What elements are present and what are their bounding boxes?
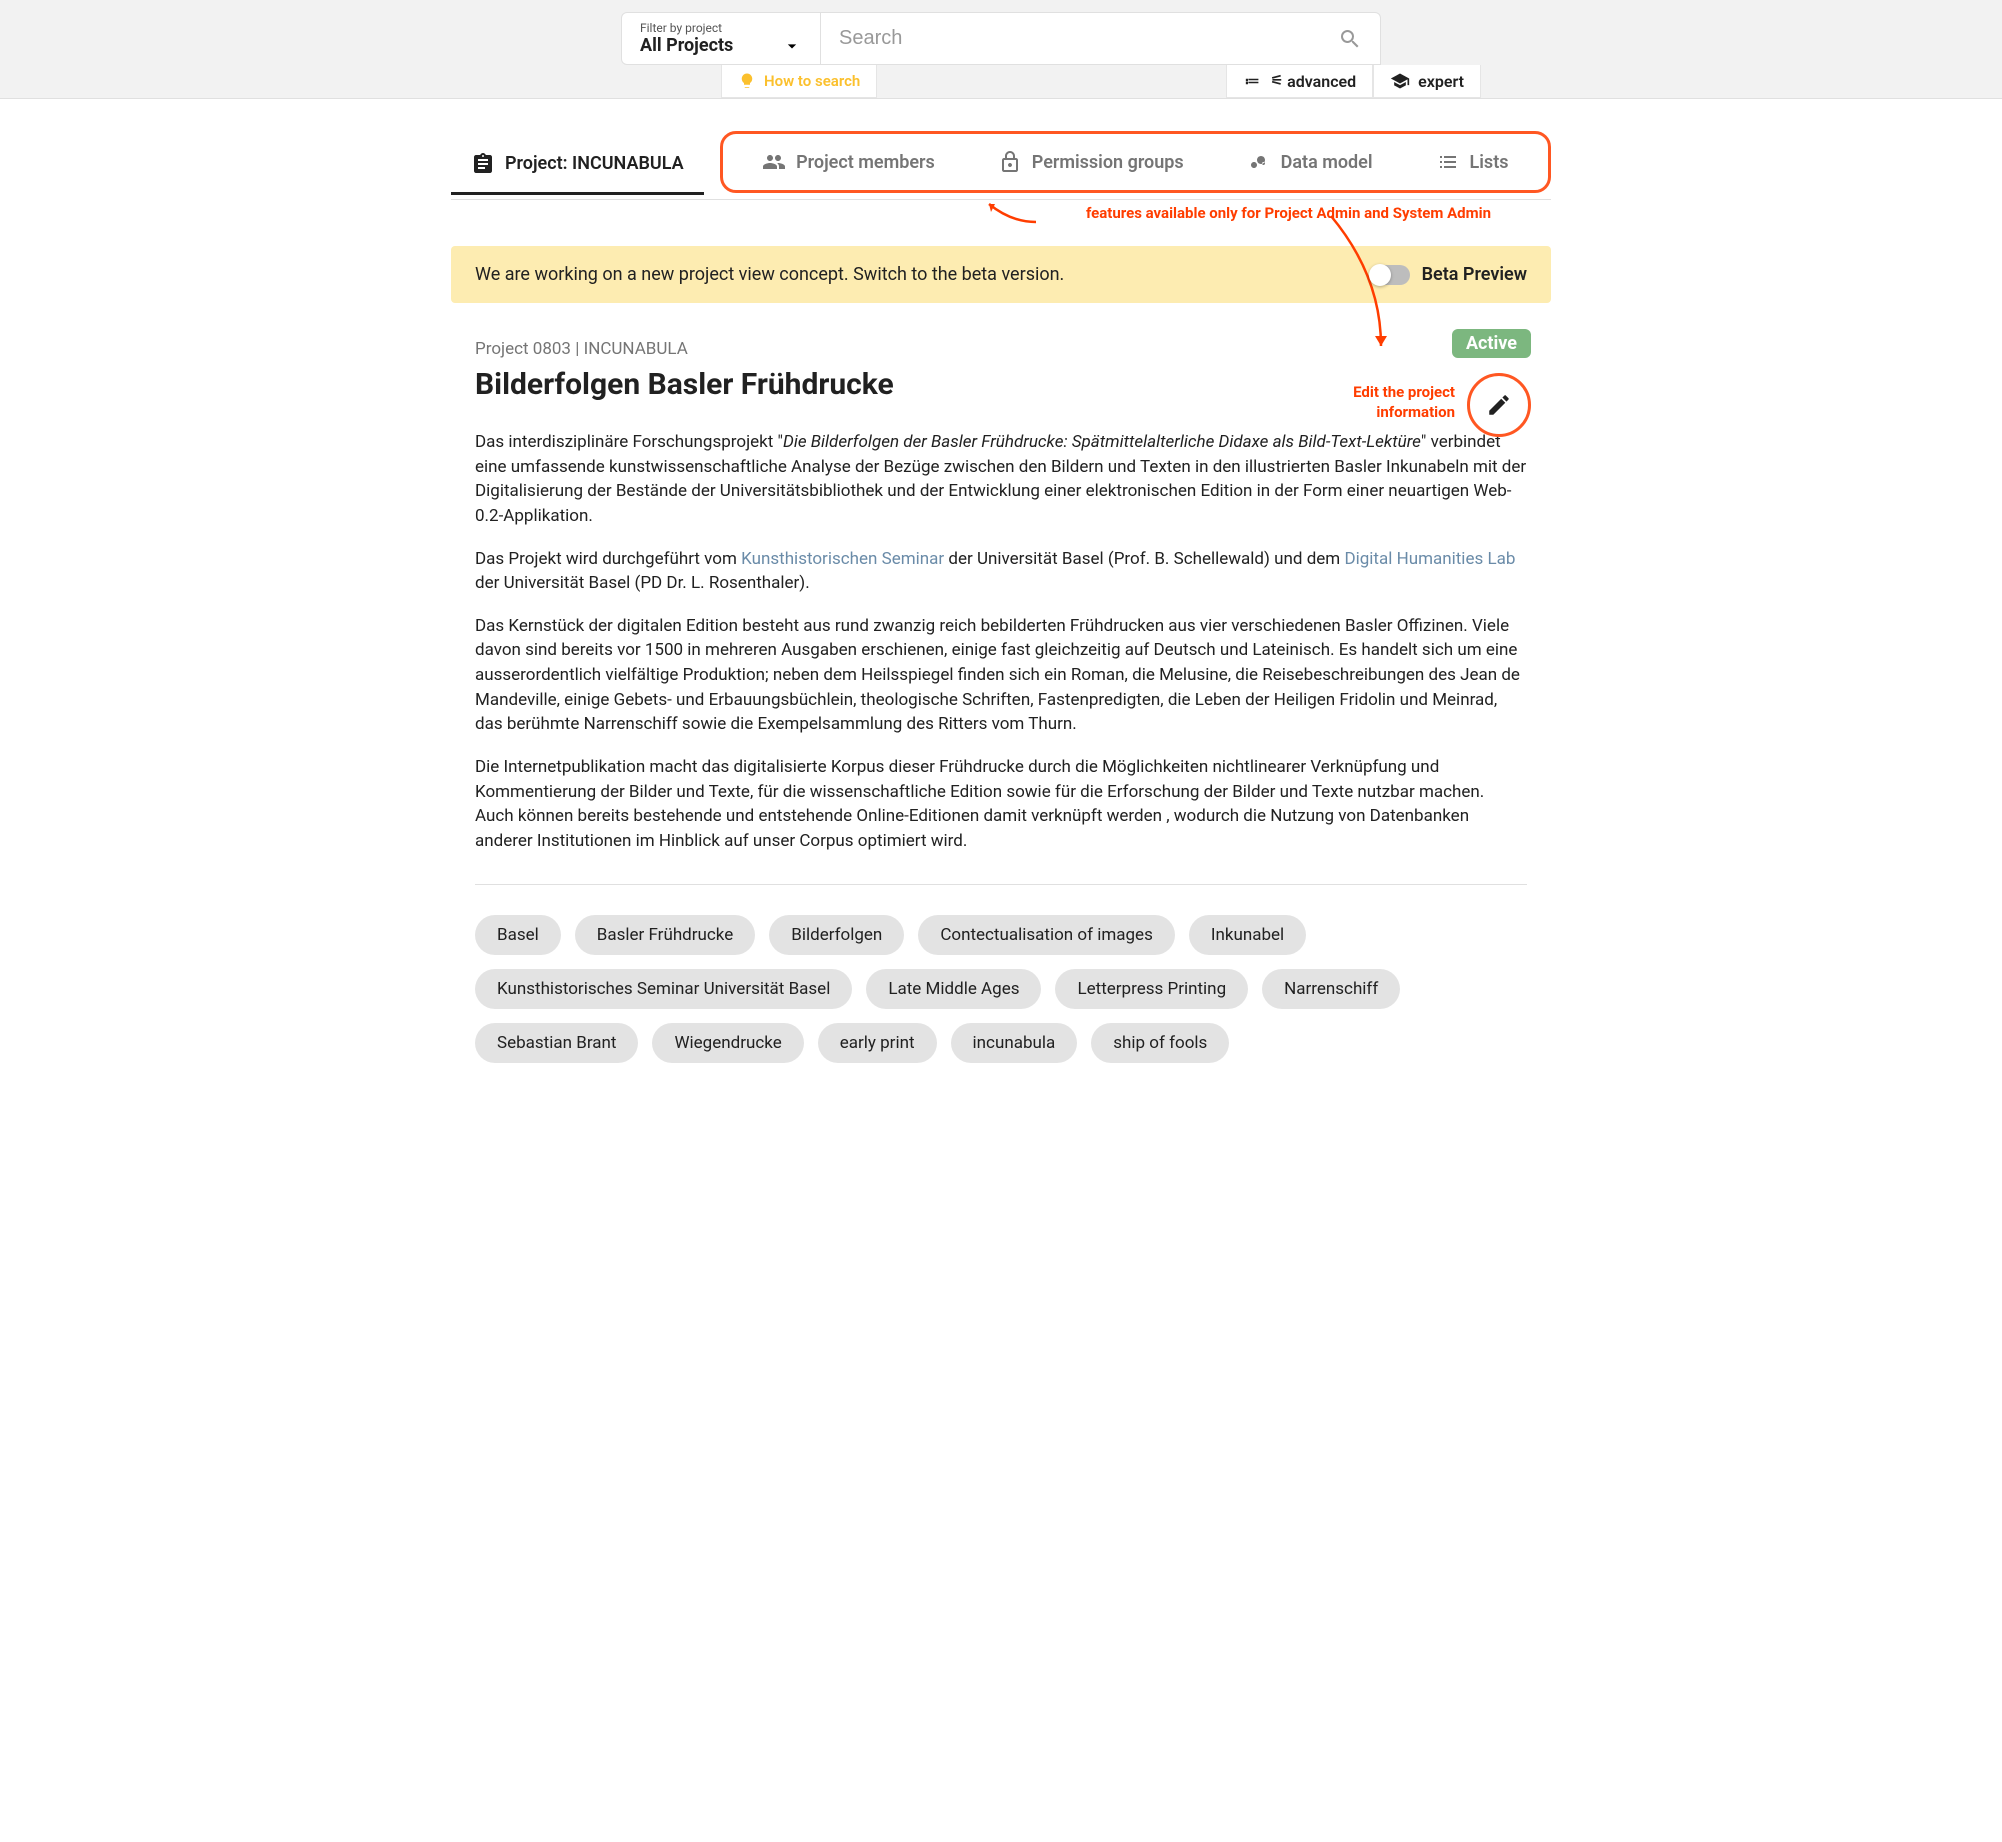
tag-list: Basel Basler Frühdrucke Bilderfolgen Contec… xyxy=(475,915,1527,1063)
chevron-down-icon xyxy=(782,36,802,56)
tab-permissions[interactable]: Permission groups xyxy=(978,134,1204,190)
clipboard-icon xyxy=(471,152,495,176)
people-icon xyxy=(762,150,786,174)
project-meta: Project 0803 | INCUNABULA xyxy=(475,339,1527,359)
filter-label: Filter by project xyxy=(640,21,802,35)
tune-icon: ≔ xyxy=(1243,71,1263,91)
tag[interactable]: Basler Frühdrucke xyxy=(575,915,756,955)
link-kunsthistorisches-seminar[interactable]: Kunsthistorischen Seminar xyxy=(741,549,944,569)
tag[interactable]: Late Middle Ages xyxy=(866,969,1041,1009)
tag[interactable]: incunabula xyxy=(951,1023,1078,1063)
filter-value: All Projects xyxy=(640,35,733,56)
tag[interactable]: ship of fools xyxy=(1091,1023,1229,1063)
project-content: Active Edit the project information Proj… xyxy=(471,339,1531,1063)
tag[interactable]: Basel xyxy=(475,915,561,955)
tab-bar: Project: INCUNABULA Project members Perm… xyxy=(451,131,1551,200)
search-box xyxy=(821,12,1381,65)
tag[interactable]: Bilderfolgen xyxy=(769,915,904,955)
tab-label: Permission groups xyxy=(1032,152,1184,173)
tab-lists[interactable]: Lists xyxy=(1416,134,1529,190)
tag[interactable]: Kunsthistorisches Seminar Universität Ba… xyxy=(475,969,852,1009)
bubble-chart-icon xyxy=(1247,150,1271,174)
tab-label: Project: INCUNABULA xyxy=(505,153,684,174)
status-badge: Active xyxy=(1452,329,1531,358)
annotation-arrow-icon xyxy=(981,200,1041,226)
tag[interactable]: Contectualisation of images xyxy=(918,915,1175,955)
how-to-search-link[interactable]: How to search xyxy=(721,65,877,98)
annotation-edit-text: Edit the project information xyxy=(1353,383,1455,422)
toggle-label: Beta Preview xyxy=(1422,264,1527,285)
search-icon[interactable] xyxy=(1338,27,1362,51)
tag[interactable]: Narrenschiff xyxy=(1262,969,1400,1009)
tag[interactable]: early print xyxy=(818,1023,937,1063)
tag[interactable]: Inkunabel xyxy=(1189,915,1306,955)
lightbulb-icon xyxy=(738,72,756,90)
search-input[interactable] xyxy=(839,27,1338,50)
tag[interactable]: Letterpress Printing xyxy=(1055,969,1248,1009)
expert-search-link[interactable]: expert xyxy=(1373,65,1481,98)
annotation-admin-text: features available only for Project Admi… xyxy=(1086,204,1491,222)
svg-text:≔: ≔ xyxy=(1244,72,1259,90)
tab-datamodel[interactable]: Data model xyxy=(1227,134,1393,190)
edit-project-button[interactable] xyxy=(1467,373,1531,437)
tab-project[interactable]: Project: INCUNABULA xyxy=(451,136,704,195)
advanced-search-link[interactable]: ≔ ⚟ advanced xyxy=(1226,65,1374,98)
divider xyxy=(475,884,1527,885)
tab-label: Lists xyxy=(1470,152,1509,173)
tab-label: Project members xyxy=(796,152,935,173)
pencil-icon xyxy=(1486,392,1512,418)
tab-members[interactable]: Project members xyxy=(742,134,955,190)
link-digital-humanities-lab[interactable]: Digital Humanities Lab xyxy=(1344,549,1515,569)
beta-toggle[interactable] xyxy=(1370,265,1410,285)
lock-icon xyxy=(998,150,1022,174)
tag[interactable]: Sebastian Brant xyxy=(475,1023,638,1063)
banner-text: We are working on a new project view con… xyxy=(475,264,1064,285)
school-icon xyxy=(1390,71,1410,91)
tab-label: Data model xyxy=(1281,152,1373,173)
admin-tabs-group: Project members Permission groups Data m… xyxy=(720,131,1551,193)
tag[interactable]: Wiegendrucke xyxy=(652,1023,803,1063)
list-icon xyxy=(1436,150,1460,174)
project-filter[interactable]: Filter by project All Projects xyxy=(621,12,821,65)
project-description: Das interdisziplinäre Forschungsprojekt … xyxy=(475,430,1527,854)
top-bar: Filter by project All Projects How to se… xyxy=(0,0,2002,99)
